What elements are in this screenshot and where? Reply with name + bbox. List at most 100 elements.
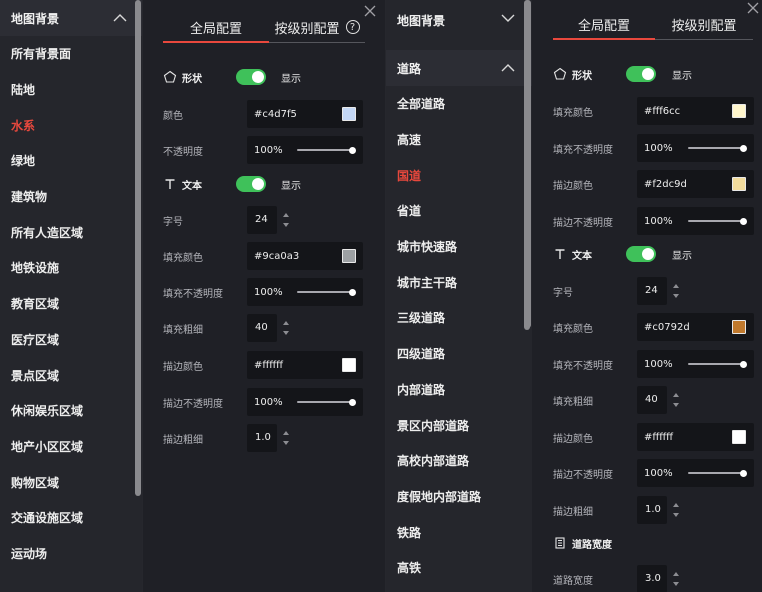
stroke-opacity-slider[interactable] (297, 401, 355, 403)
stroke-color-swatch[interactable] (342, 358, 356, 372)
fill-color-label: 填充颜色 (553, 107, 593, 119)
slider-handle[interactable] (740, 360, 747, 368)
stroke-color-label: 描边颜色 (553, 433, 593, 445)
nav-item[interactable]: 度假地内部道路 (386, 479, 532, 515)
nav-item[interactable]: 全部道路 (386, 86, 532, 122)
shape-opacity-slider[interactable] (297, 149, 355, 151)
increment-icon[interactable] (673, 572, 679, 576)
left-nav-scrollbar[interactable] (135, 0, 141, 496)
nav-item[interactable]: 铁路 (386, 514, 532, 550)
fill-opacity-slider[interactable] (688, 147, 746, 149)
fill-opacity-label: 填充不透明度 (553, 144, 613, 156)
decrement-icon[interactable] (673, 582, 679, 586)
decrement-icon[interactable] (673, 513, 679, 517)
nav-item[interactable]: 高速 (386, 122, 532, 158)
shape-visibility-label: 显示 (672, 70, 692, 82)
stroke-width-stepper[interactable]: 1.0 (247, 424, 289, 452)
slider-handle[interactable] (740, 469, 747, 477)
decrement-icon[interactable] (673, 294, 679, 298)
decrement-icon[interactable] (283, 441, 289, 445)
nav-item[interactable]: 教育区域 (0, 286, 142, 322)
font-size-stepper[interactable]: 24 (637, 277, 679, 305)
nav-item[interactable]: 城市主干路 (386, 264, 532, 300)
close-icon[interactable] (363, 4, 377, 18)
nav-item[interactable]: 景区内部道路 (386, 407, 532, 443)
fill-color-swatch[interactable] (342, 249, 356, 263)
nav-item[interactable]: 运动场 (0, 536, 142, 572)
tab-global-config[interactable]: 全局配置 (553, 13, 655, 35)
nav-item[interactable]: 三级道路 (386, 300, 532, 336)
chevron-up-icon (501, 64, 515, 72)
nav-item[interactable]: 高校内部道路 (386, 443, 532, 479)
text-visibility-toggle[interactable] (236, 176, 266, 192)
nav-item[interactable]: 地铁设施 (0, 250, 142, 286)
tab-global-config[interactable]: 全局配置 (163, 16, 269, 38)
font-size-stepper[interactable]: 24 (247, 206, 289, 234)
nav-group-roads[interactable]: 道路 (386, 50, 532, 86)
fill-opacity-slider[interactable] (297, 291, 355, 293)
nav-item[interactable]: 内部道路 (386, 372, 532, 408)
fill-weight-stepper[interactable]: 40 (637, 386, 679, 414)
nav-item[interactable]: 景点区域 (0, 357, 142, 393)
shape-visibility-toggle[interactable] (626, 66, 656, 82)
nav-group-map-background[interactable]: 地图背景 (0, 0, 142, 36)
stroke-width-label: 描边粗细 (163, 434, 203, 446)
fill-color-swatch[interactable] (732, 104, 746, 118)
shape-visibility-toggle[interactable] (236, 69, 266, 85)
decrement-icon[interactable] (283, 223, 289, 227)
nav-item[interactable]: 购物区域 (0, 464, 142, 500)
stroke-color-swatch[interactable] (732, 430, 746, 444)
increment-icon[interactable] (283, 321, 289, 325)
stroke-opacity-label: 描边不透明度 (553, 469, 613, 481)
slider-handle[interactable] (740, 217, 747, 225)
stroke-width-stepper[interactable]: 1.0 (637, 496, 679, 524)
road-width-stepper[interactable]: 3.0 (637, 565, 679, 592)
nav-item[interactable]: 地产小区区域 (0, 429, 142, 465)
nav-item[interactable]: 省道 (386, 193, 532, 229)
shape-color-swatch[interactable] (342, 107, 356, 121)
nav-item[interactable]: 国道 (386, 157, 532, 193)
slider-handle[interactable] (740, 144, 747, 152)
stroke-opacity-slider[interactable] (688, 472, 746, 474)
fill-opacity-slider[interactable] (688, 363, 746, 365)
nav-item[interactable]: 交通设施区域 (0, 500, 142, 536)
decrement-icon[interactable] (673, 403, 679, 407)
increment-icon[interactable] (673, 284, 679, 288)
fill-color-swatch[interactable] (732, 320, 746, 334)
nav-item[interactable]: 绿地 (0, 143, 142, 179)
text-visibility-toggle[interactable] (626, 246, 656, 262)
tab-level-config[interactable]: 按级别配置? (269, 16, 365, 38)
stroke-opacity-slider[interactable] (688, 220, 746, 222)
increment-icon[interactable] (673, 503, 679, 507)
shape-color-label: 颜色 (163, 110, 183, 122)
slider-handle[interactable] (349, 146, 356, 154)
nav-item[interactable]: 所有人造区域 (0, 214, 142, 250)
help-icon[interactable]: ? (345, 20, 360, 34)
nav-item[interactable]: 所有背景面 (0, 36, 142, 72)
nav-item[interactable]: 陆地 (0, 72, 142, 108)
tab-level-config[interactable]: 按级别配置 (655, 13, 753, 35)
stroke-opacity-label: 描边不透明度 (163, 398, 223, 410)
nav-item[interactable]: 水系 (0, 107, 142, 143)
nav-item[interactable]: 四级道路 (386, 336, 532, 372)
increment-icon[interactable] (283, 431, 289, 435)
nav-item[interactable]: 高铁 (386, 550, 532, 586)
tab-label: 按级别配置 (671, 18, 737, 34)
stroke-color-label: 描边颜色 (553, 180, 593, 192)
slider-handle[interactable] (349, 288, 356, 296)
slider-handle[interactable] (349, 398, 356, 406)
settings-scrollbar[interactable] (525, 0, 531, 328)
nav-item[interactable]: 医疗区域 (0, 322, 142, 358)
tab-label: 按级别配置 (274, 21, 340, 37)
decrement-icon[interactable] (283, 331, 289, 335)
nav-item[interactable]: 城市快速路 (386, 229, 532, 265)
pentagon-icon (553, 67, 567, 80)
nav-item[interactable]: 休闲娱乐区域 (0, 393, 142, 429)
nav-item[interactable]: 建筑物 (0, 179, 142, 215)
increment-icon[interactable] (673, 393, 679, 397)
increment-icon[interactable] (283, 213, 289, 217)
fill-weight-stepper[interactable]: 40 (247, 314, 289, 342)
nav-group-map-background[interactable]: 地图背景 (386, 0, 532, 50)
stroke-color-swatch[interactable] (732, 177, 746, 191)
tab-label: 全局配置 (189, 21, 242, 37)
